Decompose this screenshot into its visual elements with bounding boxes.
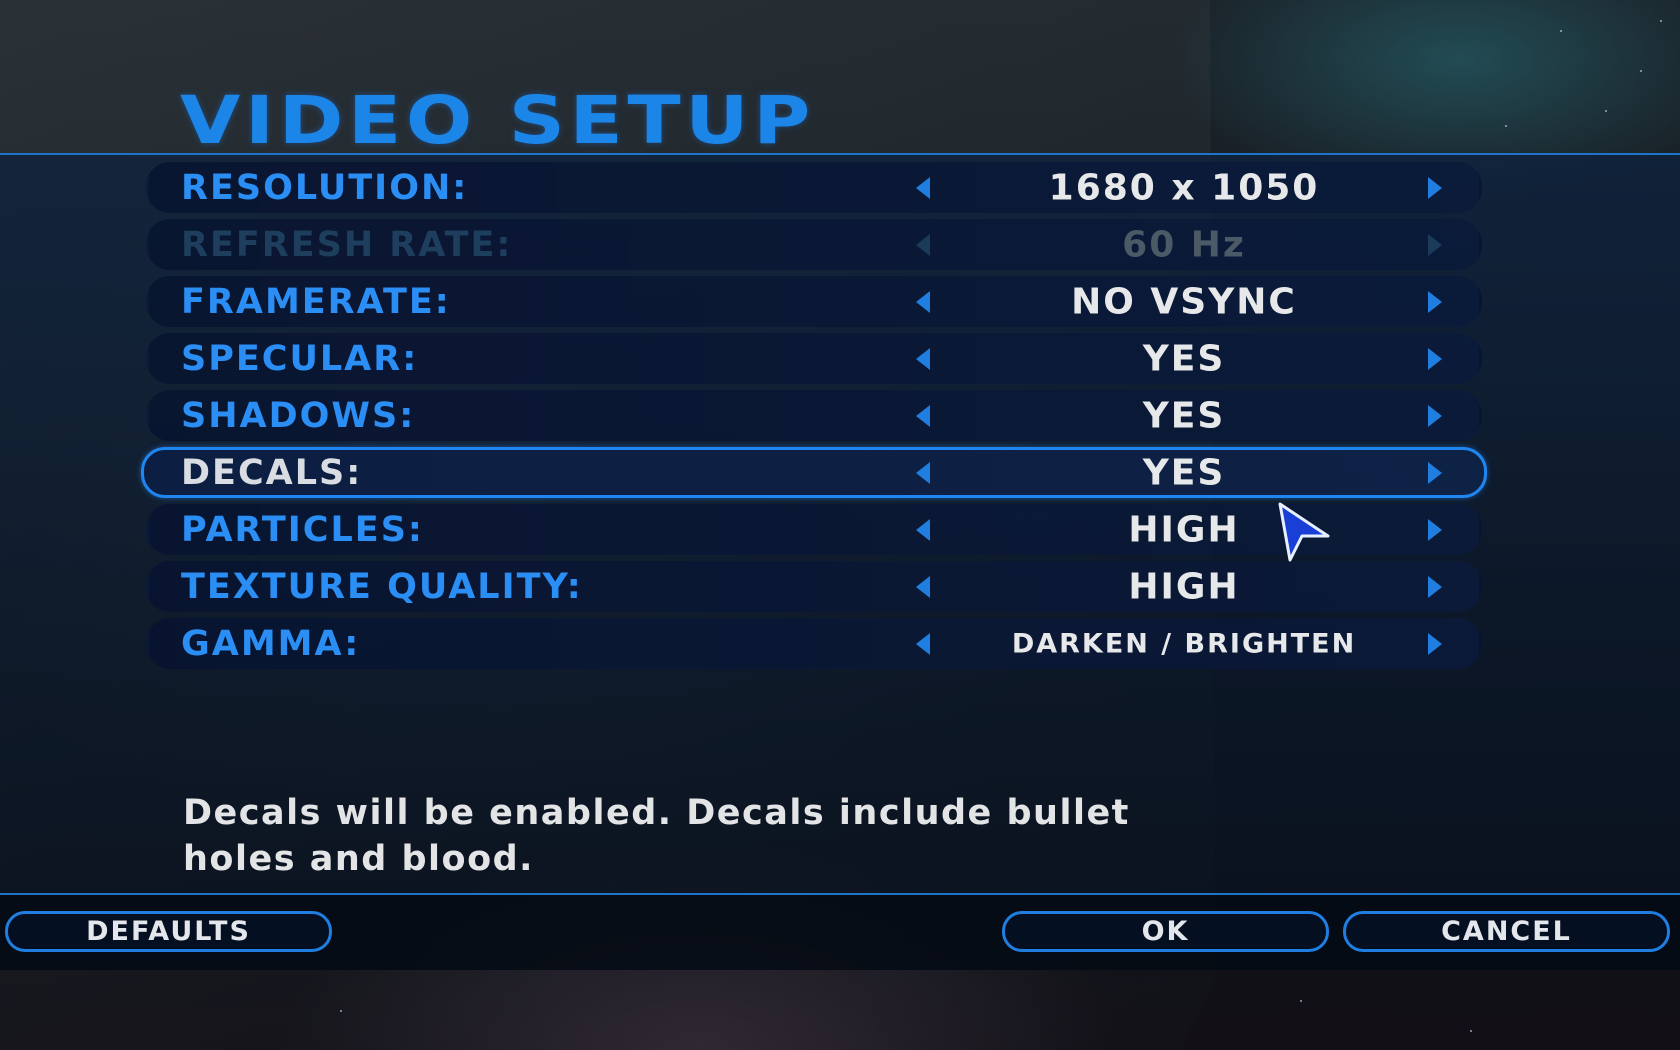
left-arrow-icon[interactable]	[916, 347, 930, 370]
setting-row-refresh-rate: REFRESH RATE: 60 Hz	[146, 219, 1482, 270]
setting-label: RESOLUTION:	[181, 167, 469, 208]
right-arrow-icon[interactable]	[1428, 176, 1442, 199]
setting-row-texture-quality[interactable]: TEXTURE QUALITY: HIGH	[146, 561, 1482, 612]
setting-row-framerate[interactable]: FRAMERATE: NO VSYNC	[146, 276, 1482, 327]
star	[1640, 70, 1642, 72]
setting-label: SHADOWS:	[181, 395, 416, 436]
setting-value: 1680 x 1050	[1048, 167, 1320, 208]
video-setup-screen: VIDEO SETUP RESOLUTION: 1680 x 1050 REFR…	[0, 0, 1680, 1050]
star	[340, 1010, 342, 1012]
settings-list: RESOLUTION: 1680 x 1050 REFRESH RATE: 60…	[141, 162, 1487, 675]
cancel-button[interactable]: CANCEL	[1343, 911, 1670, 952]
setting-row-specular[interactable]: SPECULAR: YES	[146, 333, 1482, 384]
setting-value: YES	[1142, 452, 1226, 493]
page-title: VIDEO SETUP	[180, 82, 816, 159]
ok-button[interactable]: OK	[1002, 911, 1329, 952]
left-arrow-icon[interactable]	[916, 176, 930, 199]
setting-label: PARTICLES:	[181, 509, 424, 550]
defaults-button[interactable]: DEFAULTS	[5, 911, 332, 952]
right-arrow-icon[interactable]	[1428, 461, 1442, 484]
setting-label: REFRESH RATE:	[181, 224, 513, 265]
star	[1605, 110, 1607, 112]
setting-row-shadows[interactable]: SHADOWS: YES	[146, 390, 1482, 441]
setting-value: 60 Hz	[1122, 224, 1246, 265]
star	[1300, 1000, 1302, 1002]
right-arrow-icon[interactable]	[1428, 347, 1442, 370]
star	[1560, 30, 1562, 32]
setting-label: TEXTURE QUALITY:	[181, 566, 583, 607]
star	[1505, 125, 1507, 127]
setting-value: HIGH	[1128, 566, 1240, 607]
right-arrow-icon[interactable]	[1428, 518, 1442, 541]
setting-label: SPECULAR:	[181, 338, 419, 379]
setting-value: NO VSYNC	[1071, 281, 1297, 322]
setting-row-gamma[interactable]: GAMMA: DARKEN / BRIGHTEN	[146, 618, 1482, 669]
description-line: Decals will be enabled. Decals include b…	[183, 793, 1130, 833]
setting-label: FRAMERATE:	[181, 281, 451, 322]
star	[1470, 1030, 1472, 1032]
setting-row-decals[interactable]: DECALS: YES	[141, 447, 1487, 498]
description-line: holes and blood.	[183, 839, 534, 879]
left-arrow-icon[interactable]	[916, 404, 930, 427]
setting-description: Decals will be enabled. Decals include b…	[183, 790, 1233, 882]
setting-label: GAMMA:	[181, 623, 361, 664]
pointer-cursor-icon	[1278, 502, 1330, 562]
right-arrow-icon[interactable]	[1428, 404, 1442, 427]
left-arrow-icon[interactable]	[916, 461, 930, 484]
setting-row-resolution[interactable]: RESOLUTION: 1680 x 1050	[146, 162, 1482, 213]
setting-label: DECALS:	[181, 452, 363, 493]
right-arrow-icon[interactable]	[1428, 575, 1442, 598]
setting-value: YES	[1142, 395, 1226, 436]
setting-value: DARKEN / BRIGHTEN	[1011, 628, 1357, 659]
star	[1660, 20, 1662, 22]
left-arrow-icon[interactable]	[916, 632, 930, 655]
setting-value: YES	[1142, 338, 1226, 379]
setting-value: HIGH	[1128, 509, 1240, 550]
right-arrow-icon[interactable]	[1428, 290, 1442, 313]
left-arrow-icon[interactable]	[916, 575, 930, 598]
left-arrow-icon[interactable]	[916, 518, 930, 541]
right-arrow-icon	[1428, 233, 1442, 256]
right-arrow-icon[interactable]	[1428, 632, 1442, 655]
left-arrow-icon	[916, 233, 930, 256]
left-arrow-icon[interactable]	[916, 290, 930, 313]
